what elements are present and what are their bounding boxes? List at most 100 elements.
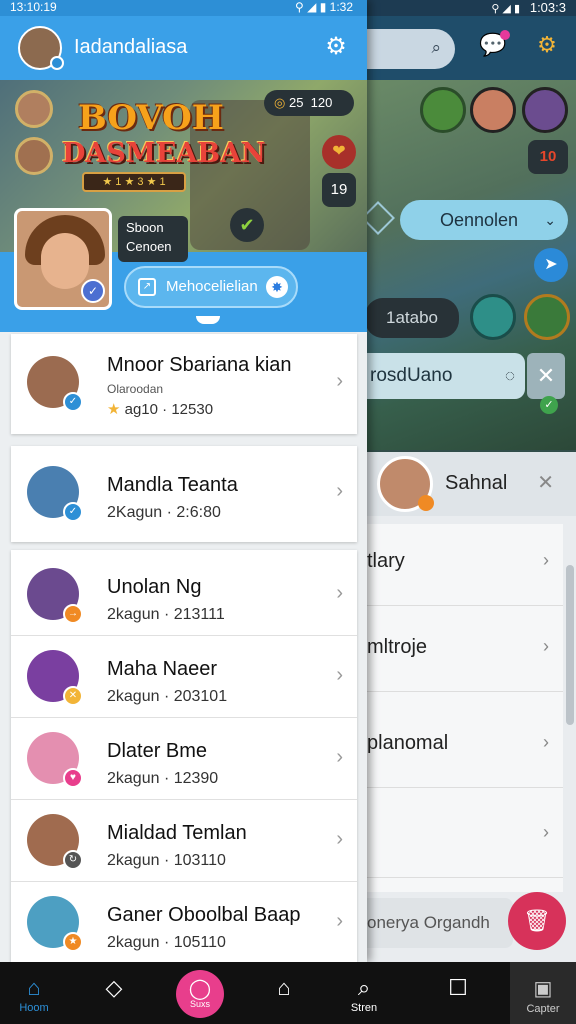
list-item[interactable]: ↻ Mialdad Temlan 2kagun · 103110 › [11, 800, 357, 882]
square-icon: ☐ [448, 975, 468, 1000]
gear-icon[interactable]: ⚙ [532, 32, 562, 62]
banner-stars: ★ 1 ★ 3 ★ 1 [82, 172, 186, 192]
chat-icon[interactable]: 💬 [478, 30, 510, 62]
app-bar: Iadandaliasa ⚙ [0, 16, 367, 80]
badge-number: 10 [528, 140, 568, 174]
leaf-icon[interactable] [420, 87, 466, 133]
home-icon: ⌂ [27, 975, 41, 1000]
nav-capter[interactable]: ▣ Capter [510, 962, 576, 1024]
list-item-label: tlary [367, 550, 405, 572]
verified-icon: ✓ [63, 502, 83, 522]
avatar: ✓ [27, 356, 83, 412]
gem-icon[interactable] [522, 87, 568, 133]
friend-meta: 2Kagun · 2:6:80 [107, 504, 221, 521]
bg-pill-label: Oennolen [440, 210, 519, 230]
friend-card: ✓ Mnoor Sbariana kian Olaroodan ★ ag10 ·… [11, 334, 357, 434]
check-icon: ✓ [540, 396, 558, 414]
nav-square[interactable]: ☐ [428, 962, 488, 1024]
avatar [377, 456, 434, 512]
scrollbar[interactable] [566, 565, 574, 725]
nav-search-label: Stren [350, 1002, 378, 1014]
star-icon[interactable] [524, 294, 570, 340]
bg-chip[interactable]: 1atabo [365, 298, 459, 338]
drop-icon: ◌ [504, 366, 515, 385]
nav-fab-button[interactable]: ◯ Suxs [176, 970, 224, 1018]
chat-square-icon: ▣ [533, 978, 553, 1000]
score-b: 120 [310, 95, 333, 110]
avatar-icon[interactable] [470, 87, 516, 133]
friend-name: Mialdad Temlan [107, 822, 247, 844]
nav-home-label: Hoom [19, 1002, 49, 1014]
list-item[interactable]: tlary › [367, 524, 563, 606]
search-icon: ⌕ [431, 38, 441, 57]
bg-input-value: rosdUano [370, 365, 453, 386]
signal-icon: ⚲ ◢ ▮ [491, 3, 520, 15]
list-item[interactable]: ✓ Mandla Teanta 2Kagun · 2:6:80 › [11, 452, 357, 534]
list-item[interactable]: › [367, 796, 563, 878]
bg-input-field[interactable]: rosdUano ◌ [367, 353, 525, 399]
chevron-right-icon: › [336, 664, 343, 686]
star-icon: ✸ [266, 276, 288, 298]
friend-name: Maha Naeer [107, 658, 218, 680]
list-item[interactable]: ★ Ganer Oboolbal Baap 2kagun · 105110 › [11, 882, 357, 964]
bg-pill-button[interactable]: Oennolen ⌄ [400, 200, 568, 240]
bottom-nav: ⌂ Hoom ◇ ⌂ ⌕ Stren ☐ [0, 962, 576, 1024]
nav-capter-label: Capter [526, 1003, 560, 1015]
friend-card: → Unolan Ng 2kagun · 213111 › ✕ Maha Nae… [11, 550, 357, 962]
gear-icon[interactable]: ⚙ [321, 32, 351, 62]
status-badge [418, 495, 434, 511]
shield-icon[interactable] [470, 294, 516, 340]
list-item[interactable]: ✓ Mnoor Sbariana kian Olaroodan ★ ag10 ·… [11, 342, 357, 434]
chevron-right-icon: › [336, 582, 343, 604]
chevron-right-icon: › [543, 636, 549, 656]
avatar: ♥ [27, 732, 83, 788]
avatar[interactable] [18, 26, 64, 70]
chevron-right-icon: › [336, 828, 343, 850]
close-icon[interactable]: ✕ [537, 470, 554, 495]
chevron-right-icon: › [336, 746, 343, 768]
nav-home-outline[interactable]: ⌂ [254, 962, 314, 1024]
friend-meta: 2kagun · 203101 [107, 688, 228, 705]
status-time: 13:10:19 [10, 0, 57, 14]
nav-fab-label: Suxs [189, 999, 210, 1009]
sync-icon: ↻ [63, 850, 83, 870]
list-item[interactable]: planomal › [367, 706, 563, 788]
friend-meta: 2kagun · 213111 [107, 606, 225, 623]
nav-home[interactable]: ⌂ Hoom [4, 962, 64, 1024]
avatar: ↻ [27, 814, 83, 870]
promo-button[interactable]: ↗ Mehocelielian ✸ [124, 266, 298, 308]
nav-search[interactable]: ⌕ Stren [334, 962, 394, 1024]
list-item[interactable]: mltroje › [367, 610, 563, 692]
check-icon[interactable]: ✔ [230, 208, 264, 242]
status-time: 1:03:3 [529, 0, 566, 15]
friend-meta: ★ ag10 · 12530 [107, 401, 214, 418]
list-item[interactable]: → Unolan Ng 2kagun · 213111 › [11, 554, 357, 636]
list-item[interactable]: ✕ Maha Naeer 2kagun · 203101 › [11, 636, 357, 718]
status-time-right: ⚲ ◢ ▮ 1:32 [295, 0, 353, 14]
list-item-label: planomal [367, 732, 449, 754]
avatar[interactable] [15, 90, 53, 128]
avatar: ★ [27, 896, 83, 952]
avatar[interactable] [15, 137, 53, 175]
bg-bottom-field[interactable]: onerya Organdh [367, 898, 513, 948]
score-badge: ◎ 25 120 [264, 90, 354, 116]
check-icon: ✓ [81, 279, 105, 303]
bg-search-box[interactable]: ⌕ [367, 29, 455, 69]
bg-profile-row[interactable]: Sahnal ✕ [367, 452, 576, 516]
count-badge: 19 [322, 173, 356, 207]
chevron-right-icon: › [336, 910, 343, 932]
star-icon: ★ [107, 401, 121, 418]
status-badge: ★ [63, 932, 83, 952]
heart-icon[interactable]: ❤ [322, 135, 356, 169]
status-badge [50, 56, 64, 70]
friend-card: ✓ Mandla Teanta 2Kagun · 2:6:80 › [11, 446, 357, 542]
banner-title: BOVOH [78, 98, 224, 138]
bird-icon[interactable]: ➤ [534, 248, 568, 282]
friend-name: Mnoor Sbariana kian [107, 354, 292, 376]
nav-diamond[interactable]: ◇ [84, 962, 144, 1024]
close-icon[interactable]: ✕ [527, 353, 565, 399]
status-badge: → [63, 604, 83, 624]
list-item[interactable]: ♥ Dlater Bme 2kagun · 12390 › [11, 718, 357, 800]
delete-fab-button[interactable]: 🗑 [508, 892, 566, 950]
character-portrait[interactable]: ✓ [14, 208, 112, 310]
